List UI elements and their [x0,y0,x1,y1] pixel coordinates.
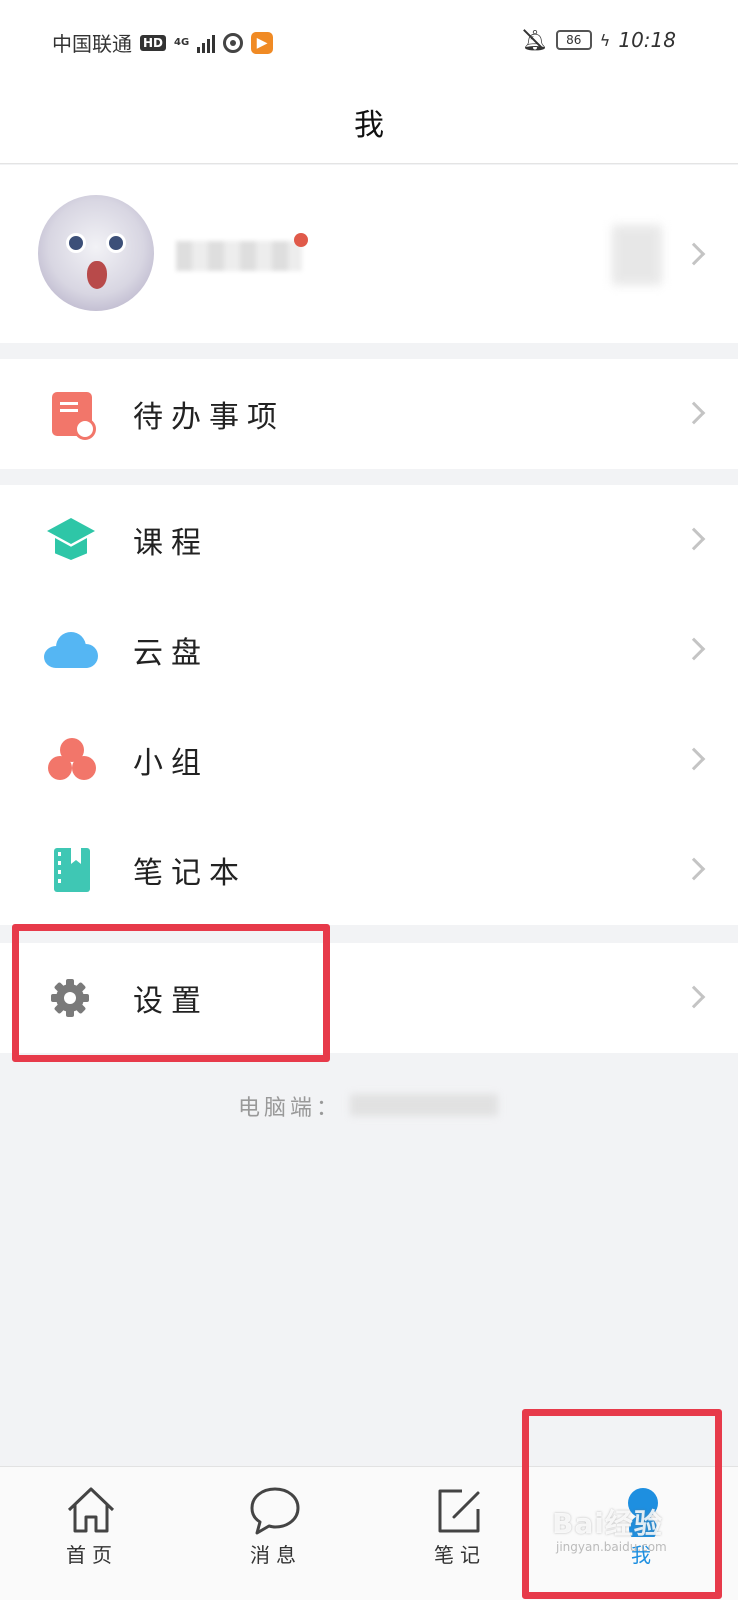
settings-card: 设置 [0,943,738,1053]
profile-card[interactable] [0,165,738,343]
page-title: 我 [354,107,384,143]
todo-card: 待办事项 [0,359,738,469]
menu-item-cloud[interactable]: 云盘 [0,595,738,705]
tab-home[interactable]: 首页 [0,1467,184,1600]
user-info-blurred [612,225,662,285]
avatar-eye-right [106,233,126,253]
charging-icon: ϟ [599,30,611,50]
user-name-blurred [176,241,302,271]
tab-messages[interactable]: 消息 [184,1467,368,1600]
avatar-eye-left [66,233,86,253]
menu-item-settings[interactable]: 设置 [0,943,738,1053]
status-bar: 中国联通 HD 4G ▶ 🔔︎ 86 ϟ 10:18 [0,0,738,80]
menu-item-label: 笔记本 [133,856,247,891]
chevron-right-icon [682,527,706,551]
hotspot-icon [223,32,244,53]
menu-item-course[interactable]: 课程 [0,485,738,595]
menu-item-todo[interactable]: 待办事项 [0,359,738,469]
group-icon [48,738,96,782]
signal-icon [197,33,216,53]
home-icon [67,1487,115,1533]
bell-muted-icon: 🔔︎ [522,28,548,52]
status-right: 🔔︎ 86 ϟ 10:18 [522,28,676,52]
gear-icon [50,978,90,1018]
menu-item-label: 小组 [133,746,209,781]
avatar-mouth [87,261,107,289]
cloud-icon [44,632,98,668]
pc-login-blurred [350,1094,498,1116]
status-left: 中国联通 HD 4G ▶ [52,28,274,57]
chevron-right-icon [682,857,706,881]
battery-level: 86 [566,33,582,47]
avatar[interactable] [38,195,154,311]
chevron-right-icon [682,637,706,661]
watermark-url: jingyan.baidu.com [556,1540,667,1554]
chevron-right-icon [682,985,706,1009]
tab-notes[interactable]: 笔记 [368,1467,552,1600]
chat-icon [250,1487,300,1535]
app-notification-icon: ▶ [251,31,274,54]
battery-icon: 86 [555,30,592,50]
page-header: 我 [0,80,738,164]
menu-item-notebook[interactable]: 笔记本 [0,815,738,925]
tab-label: 消息 [250,1543,302,1567]
menu-item-label: 待办事项 [133,400,285,435]
menu-item-label: 课程 [133,526,209,561]
main-menu-card: 课程 云盘 小组 笔记本 [0,485,738,925]
tab-label: 首页 [66,1543,118,1567]
menu-item-label: 云盘 [133,636,209,671]
graduation-cap-icon [44,516,98,564]
carrier-name: 中国联通 [52,32,132,56]
menu-item-label: 设置 [133,984,209,1019]
user-badge-icon [294,233,308,247]
network-type: 4G [174,36,190,48]
pc-login-label: 电脑端： [238,1096,343,1121]
tab-label: 笔记 [434,1543,486,1567]
chevron-right-icon [682,401,706,425]
notebook-icon [54,848,90,892]
chevron-right-icon [682,747,706,771]
chevron-right-icon [682,242,706,266]
watermark: Bai经验 [552,1507,663,1540]
hd-badge: HD [140,34,167,51]
note-edit-icon [438,1489,480,1533]
todo-icon [52,392,96,440]
clock: 10:18 [618,28,676,52]
menu-item-group[interactable]: 小组 [0,705,738,815]
